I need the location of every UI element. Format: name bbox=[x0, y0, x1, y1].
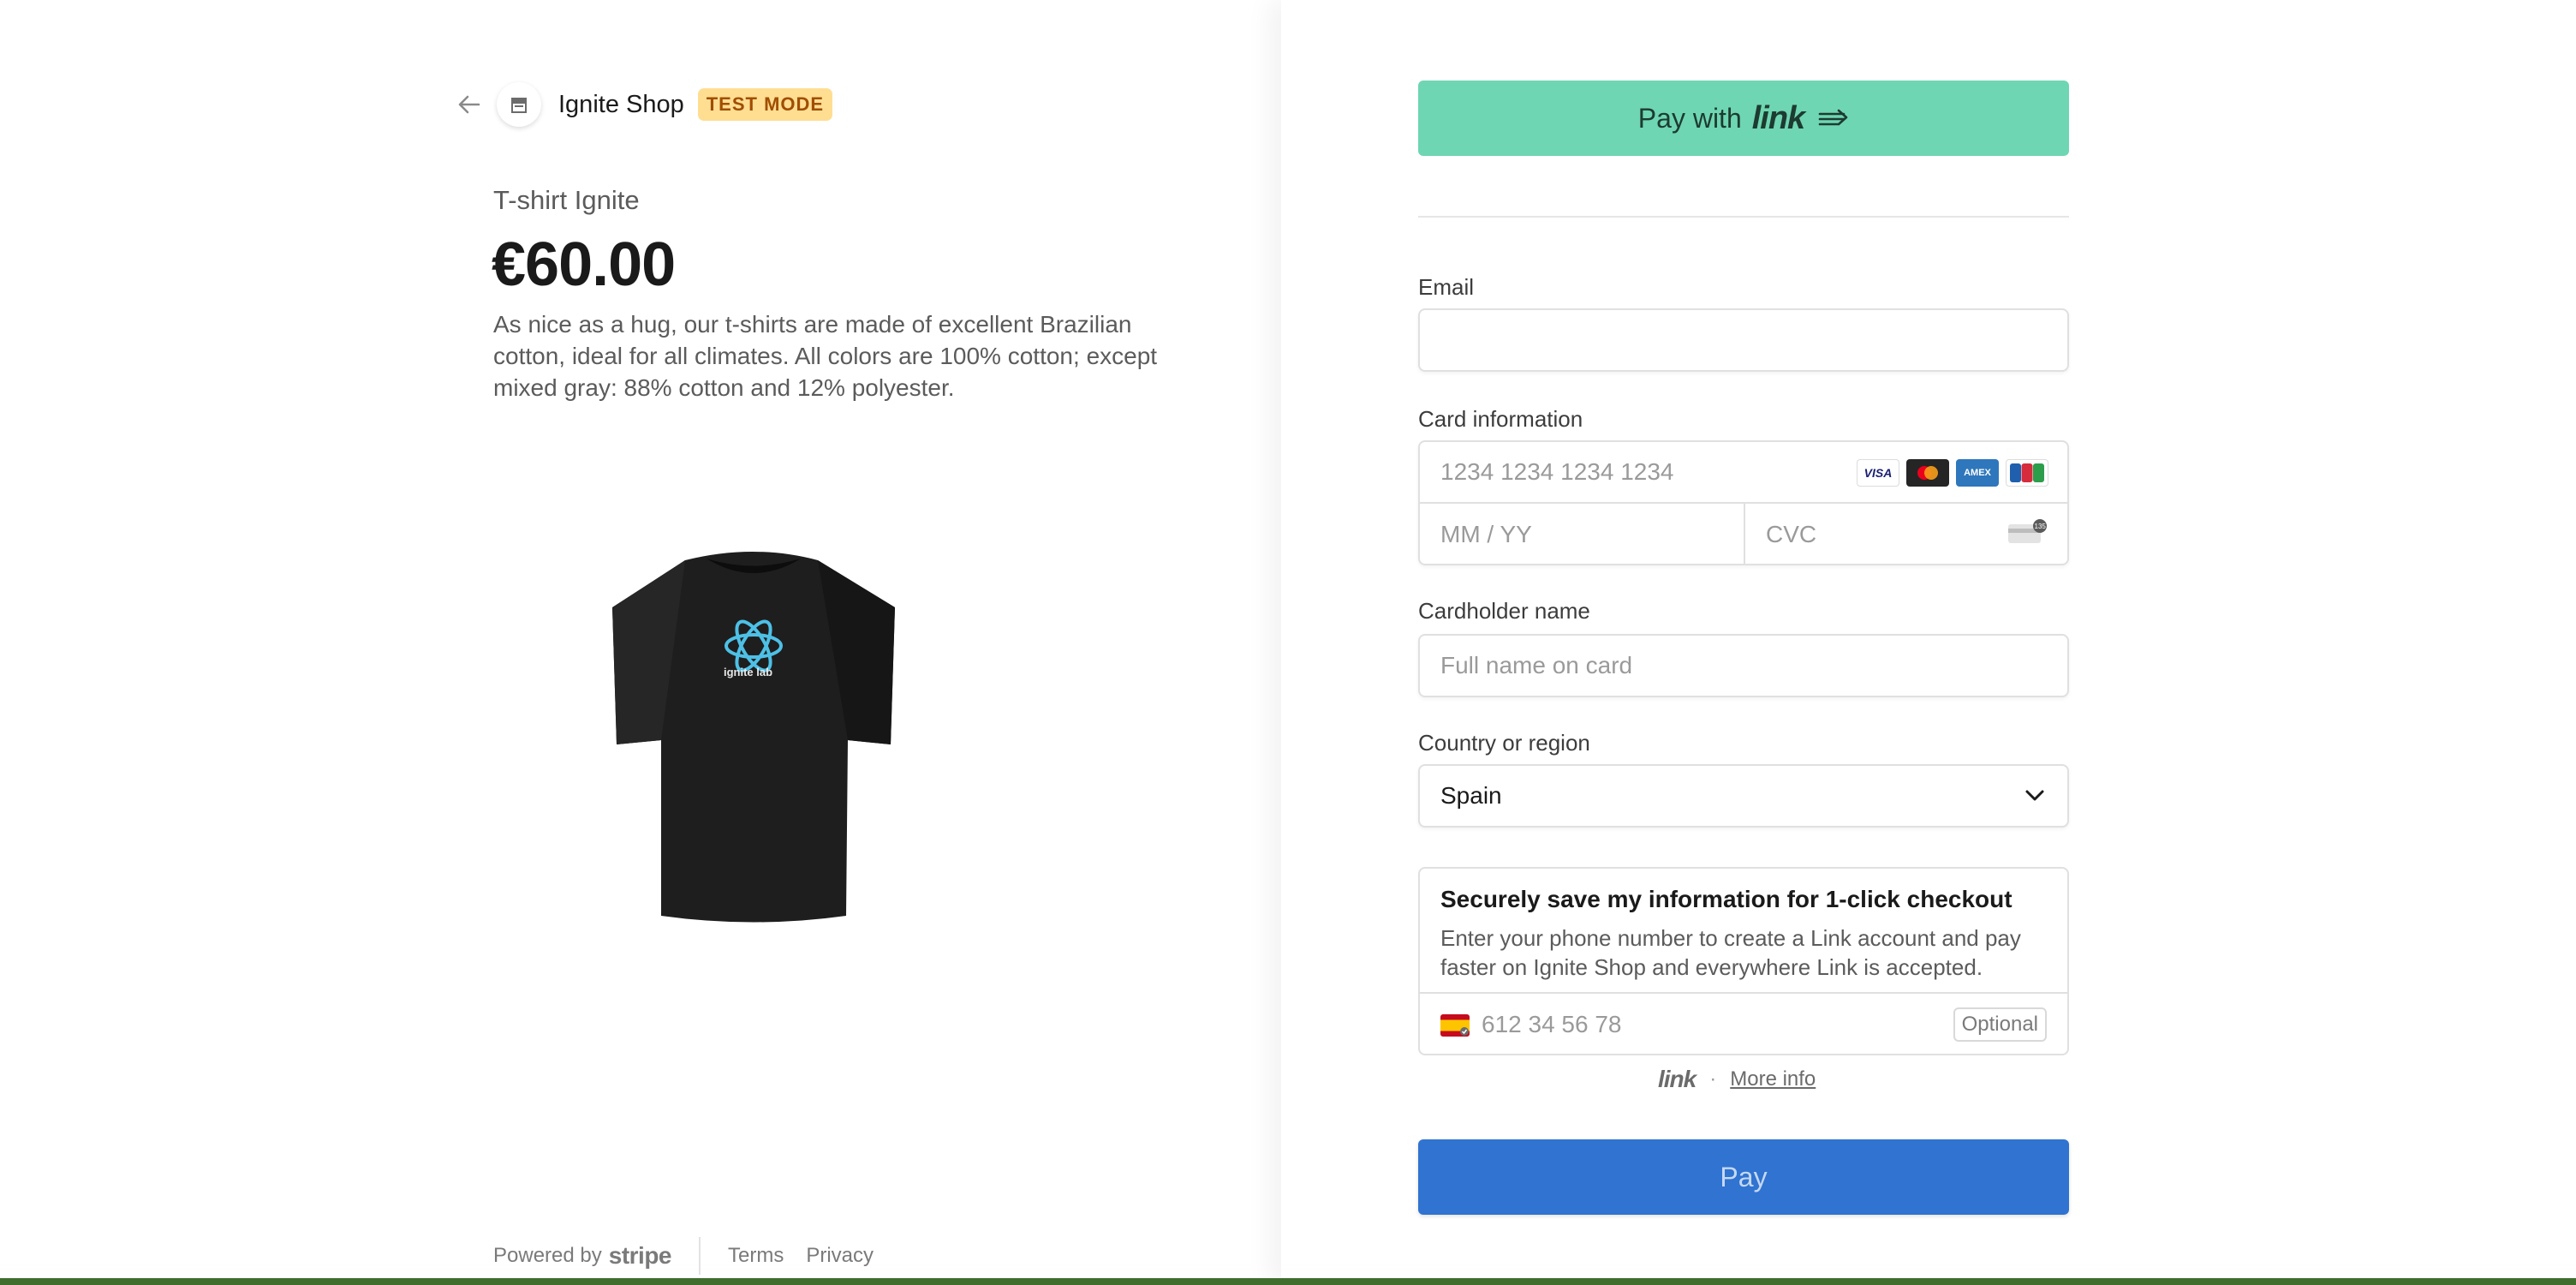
optional-badge: Optional bbox=[1953, 1007, 2047, 1042]
cvc-badge-text: 135 bbox=[2035, 523, 2047, 530]
product-pane: Ignite Shop TEST MODE T-shirt Ignite €60… bbox=[0, 0, 1281, 1285]
spain-flag-icon bbox=[1440, 1014, 1470, 1037]
powered-by-label: Powered by bbox=[493, 1244, 602, 1267]
store-icon bbox=[497, 82, 541, 127]
cardholder-field[interactable]: Full name on card bbox=[1418, 634, 2069, 697]
product-description: As nice as a hug, our t-shirts are made … bbox=[493, 311, 1158, 401]
phone-field[interactable]: 612 34 56 78 Optional bbox=[1420, 992, 2067, 1055]
save-info-title: Securely save my information for 1-click… bbox=[1440, 886, 2012, 912]
mastercard-icon bbox=[1906, 459, 1949, 487]
cardholder-label: Cardholder name bbox=[1418, 598, 1590, 624]
more-info-link[interactable]: More info bbox=[1730, 1067, 1816, 1091]
test-mode-badge: TEST MODE bbox=[697, 88, 833, 121]
shop-name: Ignite Shop bbox=[558, 90, 684, 118]
link-logo: link bbox=[1751, 99, 1805, 136]
country-label: Country or region bbox=[1418, 730, 1590, 756]
amex-icon: AMEX bbox=[1956, 459, 1999, 487]
pay-button[interactable]: Pay bbox=[1418, 1139, 2069, 1215]
footer-divider bbox=[699, 1237, 701, 1275]
card-info-label: Card information bbox=[1418, 406, 1583, 432]
terms-link[interactable]: Terms bbox=[728, 1244, 784, 1268]
bottom-edge-bar bbox=[0, 1278, 2576, 1285]
arrow-right-icon bbox=[1818, 108, 1849, 128]
country-select[interactable]: Spain bbox=[1418, 764, 2069, 828]
pay-with-link-label: Pay with bbox=[1637, 102, 1742, 134]
expiry-placeholder: MM / YY bbox=[1440, 521, 1532, 547]
save-info-description: Enter your phone number to create a Link… bbox=[1440, 925, 2021, 980]
tshirt-logo-text: ignite lab bbox=[724, 666, 772, 678]
section-divider bbox=[1418, 216, 2069, 218]
chevron-down-icon bbox=[2024, 766, 2045, 826]
email-label: Email bbox=[1418, 274, 1475, 300]
phone-placeholder: 612 34 56 78 bbox=[1482, 1011, 1622, 1037]
header: Ignite Shop TEST MODE bbox=[454, 82, 833, 127]
powered-by-stripe[interactable]: Powered by stripe bbox=[493, 1242, 672, 1270]
visa-icon: VISA bbox=[1857, 459, 1899, 487]
email-field[interactable] bbox=[1418, 308, 2069, 372]
back-arrow-icon[interactable] bbox=[454, 89, 485, 120]
card-info-group: 1234 1234 1234 1234 VISA AMEX MM / YY CV… bbox=[1418, 440, 2069, 565]
product-price: €60.00 bbox=[492, 230, 676, 299]
pay-with-link-button[interactable]: Pay with link bbox=[1418, 81, 2069, 156]
card-number-field[interactable]: 1234 1234 1234 1234 VISA AMEX bbox=[1420, 442, 2067, 504]
pay-button-label: Pay bbox=[1720, 1161, 1768, 1192]
jcb-icon bbox=[2006, 459, 2048, 487]
dot-separator: · bbox=[1709, 1067, 1717, 1091]
card-number-placeholder: 1234 1234 1234 1234 bbox=[1440, 458, 1674, 485]
card-brands: VISA AMEX bbox=[1857, 459, 2048, 487]
stripe-logo: stripe bbox=[608, 1242, 672, 1269]
cvc-placeholder: CVC bbox=[1766, 521, 1817, 547]
link-logo-small: link bbox=[1658, 1066, 1696, 1092]
tshirt-image: ignite lab bbox=[591, 526, 916, 937]
save-info-box: Securely save my information for 1-click… bbox=[1418, 867, 2069, 1055]
cvc-card-icon: 135 bbox=[2007, 519, 2050, 549]
cardholder-placeholder: Full name on card bbox=[1440, 652, 1633, 678]
link-footer: link · More info bbox=[1658, 1066, 1816, 1093]
cvc-field[interactable]: CVC 135 bbox=[1745, 504, 2069, 565]
privacy-link[interactable]: Privacy bbox=[806, 1244, 874, 1268]
country-value: Spain bbox=[1440, 782, 1502, 809]
footer: Powered by stripe Terms Privacy bbox=[493, 1237, 896, 1275]
expiry-field[interactable]: MM / YY bbox=[1420, 504, 1745, 565]
product-name: T-shirt Ignite bbox=[493, 185, 640, 215]
